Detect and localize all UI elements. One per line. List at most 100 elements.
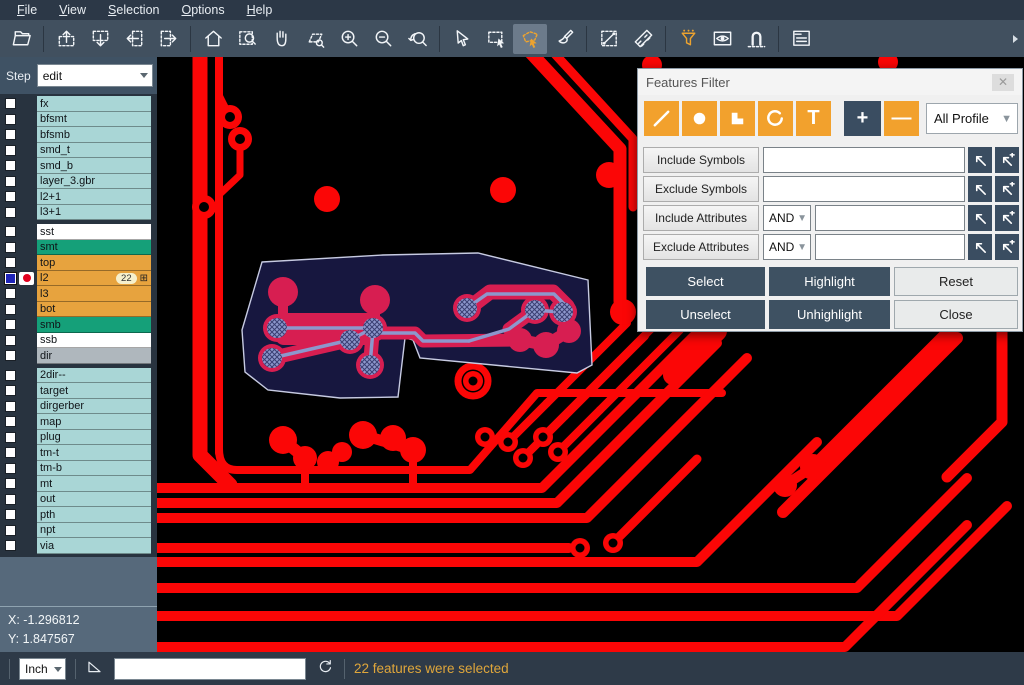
layer-visibility-checkbox[interactable] <box>5 226 16 237</box>
select-cursor-button[interactable] <box>445 24 479 54</box>
zoom-area-button[interactable] <box>230 24 264 54</box>
pick-add-symbol-button[interactable] <box>995 147 1019 173</box>
layer-name[interactable]: npt <box>37 523 151 539</box>
pad-feature-button[interactable] <box>682 101 717 136</box>
menu-file[interactable]: File <box>8 1 46 19</box>
layer-visibility-checkbox[interactable] <box>5 191 16 202</box>
measure-distance-button[interactable] <box>592 24 626 54</box>
layer-name[interactable]: l3+1 <box>37 205 151 221</box>
layer-name[interactable]: l3 <box>37 286 151 302</box>
zoom-home-button[interactable] <box>196 24 230 54</box>
layer-name[interactable]: layer_3.gbr <box>37 174 151 190</box>
angle-measure-icon[interactable] <box>85 657 104 681</box>
features-filter-button[interactable] <box>671 24 705 54</box>
highlight-button[interactable]: Highlight <box>769 267 890 296</box>
zoom-previous-button[interactable] <box>400 24 434 54</box>
layer-visibility-checkbox[interactable] <box>5 304 16 315</box>
remove-filter-button[interactable]: — <box>884 101 919 136</box>
layer-visibility-checkbox[interactable] <box>5 288 16 299</box>
select-button[interactable]: Select <box>646 267 765 296</box>
reset-button[interactable]: Reset <box>894 267 1018 296</box>
layer-name[interactable]: bfsmt <box>37 112 151 128</box>
layer-name[interactable]: fx <box>37 96 151 112</box>
open-file-button[interactable] <box>4 24 38 54</box>
layer-name[interactable]: l2+1 <box>37 189 151 205</box>
include-attributes-button[interactable]: Include Attributes <box>643 205 759 231</box>
menu-selection[interactable]: Selection <box>99 1 168 19</box>
unhighlight-button[interactable]: Unhighlight <box>769 300 890 329</box>
layer-visibility-checkbox[interactable] <box>5 401 16 412</box>
layer-name[interactable]: tm-t <box>37 445 151 461</box>
layer-name[interactable]: ssb <box>37 333 151 349</box>
pan-up-button[interactable] <box>49 24 83 54</box>
exclude-attributes-input[interactable] <box>815 234 965 260</box>
view-options-button[interactable] <box>705 24 739 54</box>
layer-name[interactable]: l222⊞ <box>37 271 151 287</box>
layer-visibility-checkbox[interactable] <box>5 207 16 218</box>
exclude-attributes-button[interactable]: Exclude Attributes <box>643 234 759 260</box>
layer-name[interactable]: target <box>37 383 151 399</box>
layer-name[interactable]: bot <box>37 302 151 318</box>
close-button[interactable]: Close <box>894 300 1018 329</box>
exclude-attributes-logic-dropdown[interactable]: AND▼ <box>763 234 811 260</box>
include-attributes-logic-dropdown[interactable]: AND▼ <box>763 205 811 231</box>
layer-visibility-checkbox[interactable] <box>5 494 16 505</box>
layer-visibility-checkbox[interactable] <box>5 447 16 458</box>
layer-visibility-checkbox[interactable] <box>5 145 16 156</box>
pan-hand-button[interactable] <box>264 24 298 54</box>
layer-name[interactable]: smd_b <box>37 158 151 174</box>
surface-feature-button[interactable] <box>720 101 755 136</box>
zoom-in-button[interactable] <box>332 24 366 54</box>
include-symbols-button[interactable]: Include Symbols <box>643 147 759 173</box>
pick-attribute-button[interactable] <box>968 205 992 231</box>
include-symbols-input[interactable] <box>763 147 965 173</box>
menu-options[interactable]: Options <box>172 1 233 19</box>
exclude-symbols-button[interactable]: Exclude Symbols <box>643 176 759 202</box>
snap-magnet-button[interactable] <box>739 24 773 54</box>
zoom-selection-button[interactable] <box>298 24 332 54</box>
dialog-title-bar[interactable]: Features Filter ✕ <box>638 69 1022 95</box>
layer-name[interactable]: dirgerber <box>37 399 151 415</box>
layer-name[interactable]: sst <box>37 224 151 240</box>
layer-name[interactable]: tm-b <box>37 461 151 477</box>
layer-visibility-checkbox[interactable] <box>5 242 16 253</box>
layer-name[interactable]: top <box>37 255 151 271</box>
line-feature-button[interactable] <box>644 101 679 136</box>
pick-add-attribute-button[interactable] <box>995 205 1019 231</box>
layer-visibility-checkbox[interactable] <box>5 540 16 551</box>
layer-name[interactable]: smt <box>37 240 151 256</box>
layer-name[interactable]: out <box>37 492 151 508</box>
include-attributes-input[interactable] <box>815 205 965 231</box>
unit-dropdown[interactable]: Inch <box>19 658 66 680</box>
layer-visibility-checkbox[interactable] <box>5 350 16 361</box>
layer-visibility-checkbox[interactable] <box>5 160 16 171</box>
pick-add-attribute-button[interactable] <box>995 234 1019 260</box>
layer-visibility-checkbox[interactable] <box>5 335 16 346</box>
exclude-symbols-input[interactable] <box>763 176 965 202</box>
layer-name[interactable]: pth <box>37 507 151 523</box>
unselect-button[interactable]: Unselect <box>646 300 765 329</box>
layer-visibility-checkbox[interactable] <box>5 114 16 125</box>
layer-name[interactable]: via <box>37 538 151 554</box>
step-dropdown[interactable]: edit <box>37 64 153 87</box>
close-icon[interactable]: ✕ <box>992 74 1014 91</box>
layer-visibility-checkbox[interactable] <box>5 478 16 489</box>
layer-name[interactable]: map <box>37 414 151 430</box>
pan-right-button[interactable] <box>151 24 185 54</box>
refresh-icon[interactable] <box>316 657 335 681</box>
menu-help[interactable]: Help <box>238 1 282 19</box>
layer-name[interactable]: mt <box>37 476 151 492</box>
polygon-select-button[interactable] <box>513 24 547 54</box>
pick-symbol-button[interactable] <box>968 176 992 202</box>
layer-visibility-checkbox[interactable] <box>5 129 16 140</box>
layer-visibility-checkbox[interactable] <box>5 273 16 284</box>
layer-visibility-checkbox[interactable] <box>5 370 16 381</box>
grid-icon[interactable]: ⊞ <box>140 273 148 284</box>
layer-name[interactable]: smb <box>37 317 151 333</box>
arc-feature-button[interactable] <box>758 101 793 136</box>
layer-visibility-checkbox[interactable] <box>5 319 16 330</box>
pick-symbol-button[interactable] <box>968 147 992 173</box>
layer-visibility-checkbox[interactable] <box>5 463 16 474</box>
pan-down-button[interactable] <box>83 24 117 54</box>
zoom-out-button[interactable] <box>366 24 400 54</box>
